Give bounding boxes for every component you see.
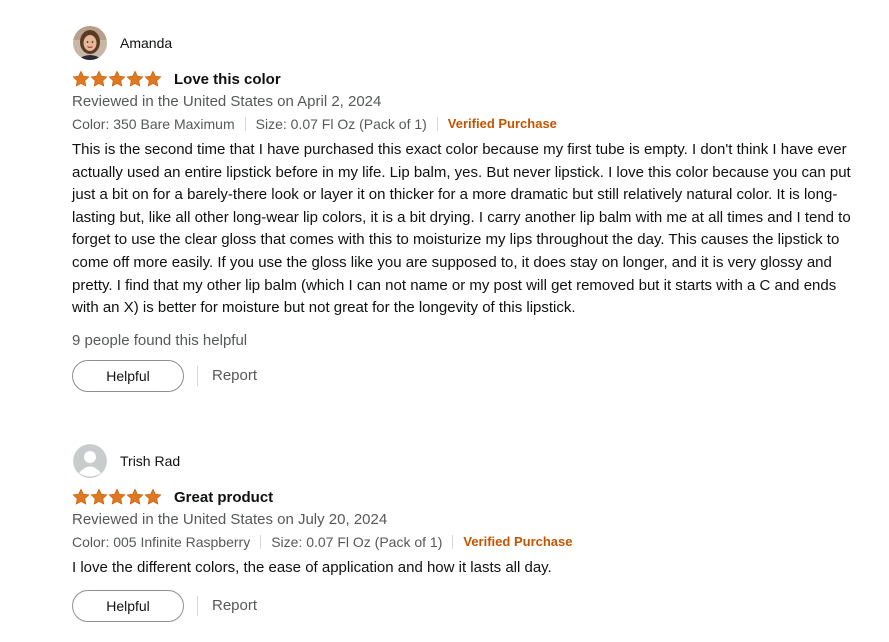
reviewer-name[interactable]: Amanda	[120, 35, 172, 51]
star-icon	[126, 70, 144, 87]
review-attributes: Color: 005 Infinite Raspberry Size: 0.07…	[72, 531, 852, 553]
review-date: Reviewed in the United States on July 20…	[72, 511, 388, 528]
star-icon	[108, 488, 126, 505]
review-title-row: Love this color	[72, 68, 852, 90]
variant-color[interactable]: Color: 350 Bare Maximum	[72, 113, 235, 135]
variant-size: Size: 0.07 Fl Oz (Pack of 1)	[271, 534, 443, 550]
divider	[197, 365, 198, 386]
star-icon	[144, 70, 162, 87]
helpful-button[interactable]: Helpful	[72, 589, 184, 622]
review-2: Trish Rad Great product Reviewed in the …	[72, 444, 852, 622]
star-rating[interactable]	[72, 488, 162, 506]
review-actions: Helpful Report	[72, 359, 852, 392]
helpful-count: 9 people found this helpful	[72, 331, 248, 349]
avatar	[73, 444, 107, 478]
verified-purchase-badge: Verified Purchase	[463, 534, 573, 549]
review-attributes: Color: 350 Bare Maximum Size: 0.07 Fl Oz…	[72, 113, 852, 135]
divider	[452, 535, 454, 549]
star-icon	[144, 488, 162, 505]
variant-color[interactable]: Color: 005 Infinite Raspberry	[72, 531, 250, 553]
review-1: Amanda Love this color Reviewed in the U…	[72, 26, 852, 392]
reviewer-profile[interactable]: Amanda	[73, 26, 852, 60]
verified-purchase-badge: Verified Purchase	[447, 116, 557, 131]
helpful-button[interactable]: Helpful	[72, 359, 184, 392]
divider	[244, 117, 246, 131]
review-title[interactable]: Love this color	[174, 71, 281, 88]
star-icon	[108, 70, 126, 87]
star-icon	[72, 70, 90, 87]
avatar	[73, 26, 107, 60]
star-icon	[90, 70, 108, 87]
review-body: I love the different colors, the ease of…	[72, 559, 552, 576]
report-link[interactable]: Report	[212, 367, 257, 384]
star-icon	[72, 488, 90, 505]
review-date: Reviewed in the United States on April 2…	[72, 93, 382, 110]
review-actions: Helpful Report	[72, 589, 852, 622]
star-icon	[126, 488, 144, 505]
report-link[interactable]: Report	[212, 597, 257, 614]
divider	[436, 117, 438, 131]
review-body: This is the second time that I have purc…	[72, 141, 851, 317]
reviewer-name[interactable]: Trish Rad	[120, 453, 180, 469]
review-title[interactable]: Great product	[174, 489, 273, 506]
reviewer-profile[interactable]: Trish Rad	[73, 444, 852, 478]
variant-size: Size: 0.07 Fl Oz (Pack of 1)	[255, 116, 427, 132]
star-rating[interactable]	[72, 70, 162, 88]
divider	[260, 535, 262, 549]
divider	[197, 595, 198, 616]
star-icon	[90, 488, 108, 505]
review-title-row: Great product	[72, 486, 852, 508]
